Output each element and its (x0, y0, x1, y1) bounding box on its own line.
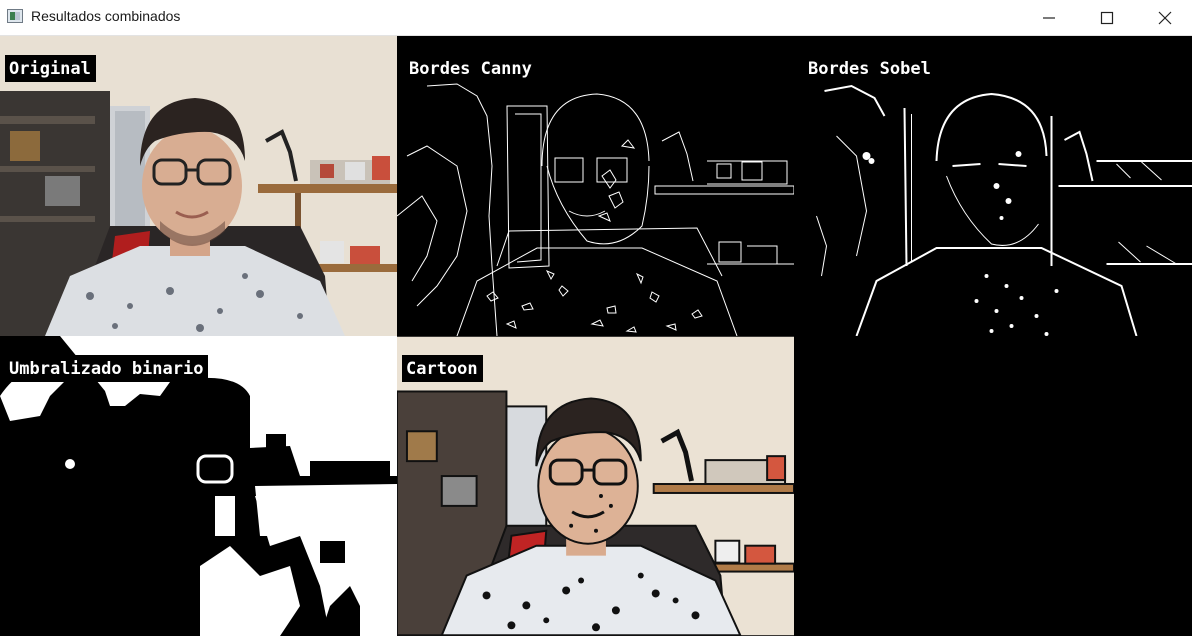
panel-cartoon: Cartoon (397, 336, 794, 636)
panel-canny: Bordes Canny (397, 36, 794, 336)
close-icon (1158, 11, 1172, 25)
close-button[interactable] (1136, 0, 1192, 35)
panel-label-cartoon: Cartoon (402, 355, 483, 382)
maximize-icon (1100, 11, 1114, 25)
minimize-button[interactable] (1020, 0, 1078, 35)
minimize-icon (1042, 11, 1056, 25)
title-bar[interactable]: Resultados combinados (0, 0, 1192, 36)
panel-label-sobel: Bordes Sobel (804, 55, 936, 82)
panel-label-original: Original (5, 55, 96, 82)
panel-label-canny: Bordes Canny (405, 55, 537, 82)
panel-original: Original (0, 36, 397, 336)
panel-sobel: Bordes Sobel (796, 36, 1192, 336)
window-title: Resultados combinados (31, 8, 180, 24)
results-grid: Original (0, 36, 1192, 635)
panel-threshold: Umbralizado binario (0, 336, 397, 636)
app-icon (7, 9, 23, 23)
panel-empty (796, 336, 1192, 636)
panel-label-threshold: Umbralizado binario (5, 355, 208, 382)
maximize-button[interactable] (1078, 0, 1136, 35)
